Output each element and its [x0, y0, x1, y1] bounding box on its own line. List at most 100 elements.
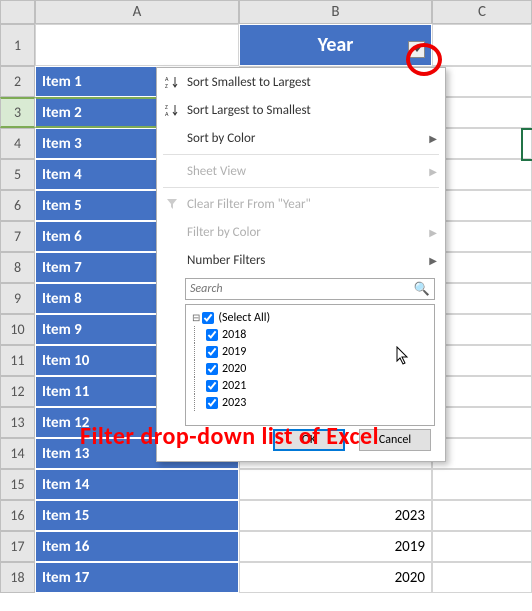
- clear-filter-icon: [161, 197, 183, 211]
- chevron-down-icon: [413, 47, 421, 52]
- row-header-18[interactable]: 18: [0, 562, 35, 593]
- cell-c8[interactable]: [432, 252, 532, 283]
- search-icon: 🔍: [414, 282, 430, 297]
- row-15: 15 Item 14: [0, 469, 532, 500]
- cell-c6[interactable]: [432, 190, 532, 221]
- sheet-view-item: Sheet View ▶: [157, 157, 445, 185]
- row-header-15[interactable]: 15: [0, 469, 35, 500]
- option-checkbox[interactable]: [206, 397, 218, 409]
- cell-c18[interactable]: [432, 562, 532, 593]
- row-header-12[interactable]: 12: [0, 376, 35, 407]
- row-header-4[interactable]: 4: [0, 128, 35, 159]
- row-header-1[interactable]: 1: [0, 24, 35, 66]
- clear-filter-item: Clear Filter From "Year": [157, 190, 445, 218]
- cell-c1[interactable]: [432, 24, 532, 66]
- row-header-14[interactable]: 14: [0, 438, 35, 469]
- row-header-5[interactable]: 5: [0, 159, 35, 190]
- cell-a1[interactable]: [35, 24, 239, 66]
- svg-text:Z: Z: [165, 82, 168, 89]
- number-filters-item[interactable]: Number Filters ▶: [157, 246, 445, 274]
- cell-a15[interactable]: Item 14: [35, 469, 239, 500]
- row-16: 16 Item 15 2023: [0, 500, 532, 531]
- cell-c11[interactable]: [432, 345, 532, 376]
- row-header-11[interactable]: 11: [0, 345, 35, 376]
- cell-b18[interactable]: 2020: [239, 562, 432, 593]
- svg-text:A: A: [165, 110, 169, 117]
- col-header-a[interactable]: A: [35, 0, 239, 24]
- cell-c12[interactable]: [432, 376, 532, 407]
- col-header-c[interactable]: C: [432, 0, 532, 24]
- submenu-arrow-icon: ▶: [429, 132, 437, 145]
- sort-descending-item[interactable]: ZA Sort Largest to Smallest: [157, 96, 445, 124]
- cell-c14[interactable]: [432, 438, 532, 469]
- sort-desc-label: Sort Largest to Smallest: [187, 103, 437, 118]
- clear-filter-label: Clear Filter From "Year": [187, 197, 437, 212]
- select-all-corner[interactable]: [0, 0, 35, 24]
- filter-by-color-item: Filter by Color ▶: [157, 218, 445, 246]
- row-header-7[interactable]: 7: [0, 221, 35, 252]
- option-label: 2020: [222, 362, 246, 376]
- option-label: 2019: [222, 345, 246, 359]
- row-18: 18 Item 17 2020: [0, 562, 532, 593]
- row-header-9[interactable]: 9: [0, 283, 35, 314]
- cell-a18[interactable]: Item 17: [35, 562, 239, 593]
- submenu-arrow-icon: ▶: [429, 254, 437, 267]
- option-label: 2018: [222, 328, 246, 342]
- spreadsheet: A B C 1 Year 2 Item 1 3 Item 2: [0, 0, 532, 611]
- filter-option[interactable]: 2020: [192, 360, 428, 377]
- filter-search-box[interactable]: 🔍: [185, 278, 435, 300]
- row-header-17[interactable]: 17: [0, 531, 35, 562]
- cell-b17[interactable]: 2019: [239, 531, 432, 562]
- cell-c2[interactable]: [432, 66, 532, 97]
- cell-c7[interactable]: [432, 221, 532, 252]
- option-checkbox[interactable]: [206, 346, 218, 358]
- submenu-arrow-icon: ▶: [429, 165, 437, 178]
- cell-c9[interactable]: [432, 283, 532, 314]
- sort-color-label: Sort by Color: [187, 131, 429, 146]
- sort-ascending-item[interactable]: AZ Sort Smallest to Largest: [157, 68, 445, 96]
- cell-c4[interactable]: [432, 128, 532, 159]
- year-header-cell[interactable]: Year: [239, 24, 432, 66]
- cell-c5[interactable]: [432, 159, 532, 190]
- col-header-b[interactable]: B: [239, 0, 432, 24]
- row-header-16[interactable]: 16: [0, 500, 35, 531]
- option-checkbox[interactable]: [206, 363, 218, 375]
- select-all-checkbox[interactable]: [202, 312, 214, 324]
- number-filters-label: Number Filters: [187, 253, 429, 268]
- sort-by-color-item[interactable]: Sort by Color ▶: [157, 124, 445, 152]
- cell-c13[interactable]: [432, 407, 532, 438]
- filter-search-input[interactable]: [190, 282, 414, 296]
- cell-b15[interactable]: [239, 469, 432, 500]
- tree-collapse-icon: ⊟: [192, 311, 200, 324]
- option-checkbox[interactable]: [206, 380, 218, 392]
- row-header-3[interactable]: 3: [0, 97, 35, 128]
- cell-c10[interactable]: [432, 314, 532, 345]
- row-header-13[interactable]: 13: [0, 407, 35, 438]
- cell-a16[interactable]: Item 15: [35, 500, 239, 531]
- column-headers: A B C: [0, 0, 532, 24]
- option-checkbox[interactable]: [206, 329, 218, 341]
- filter-values-tree[interactable]: ⊟ (Select All) 2018 2019 2020 2021 2023: [185, 304, 435, 426]
- filter-option[interactable]: 2023: [192, 394, 428, 411]
- filter-dropdown-button[interactable]: [408, 41, 425, 58]
- row-header-6[interactable]: 6: [0, 190, 35, 221]
- row-header-10[interactable]: 10: [0, 314, 35, 345]
- filter-option[interactable]: 2018: [192, 326, 428, 343]
- select-all-option[interactable]: ⊟ (Select All): [192, 309, 428, 326]
- row-header-2[interactable]: 2: [0, 66, 35, 97]
- annotation-caption: Filter drop-down list of Excel: [80, 422, 379, 451]
- cell-c16[interactable]: [432, 500, 532, 531]
- row-17: 17 Item 16 2019: [0, 531, 532, 562]
- filter-option[interactable]: 2021: [192, 377, 428, 394]
- cell-c17[interactable]: [432, 531, 532, 562]
- cell-b16[interactable]: 2023: [239, 500, 432, 531]
- year-header-label: Year: [318, 33, 354, 57]
- sort-asc-label: Sort Smallest to Largest: [187, 75, 437, 90]
- filter-option[interactable]: 2019: [192, 343, 428, 360]
- option-label: 2021: [222, 379, 246, 393]
- filter-color-label: Filter by Color: [187, 225, 429, 240]
- cell-a17[interactable]: Item 16: [35, 531, 239, 562]
- cell-c3[interactable]: [432, 97, 532, 128]
- cell-c15[interactable]: [432, 469, 532, 500]
- row-header-8[interactable]: 8: [0, 252, 35, 283]
